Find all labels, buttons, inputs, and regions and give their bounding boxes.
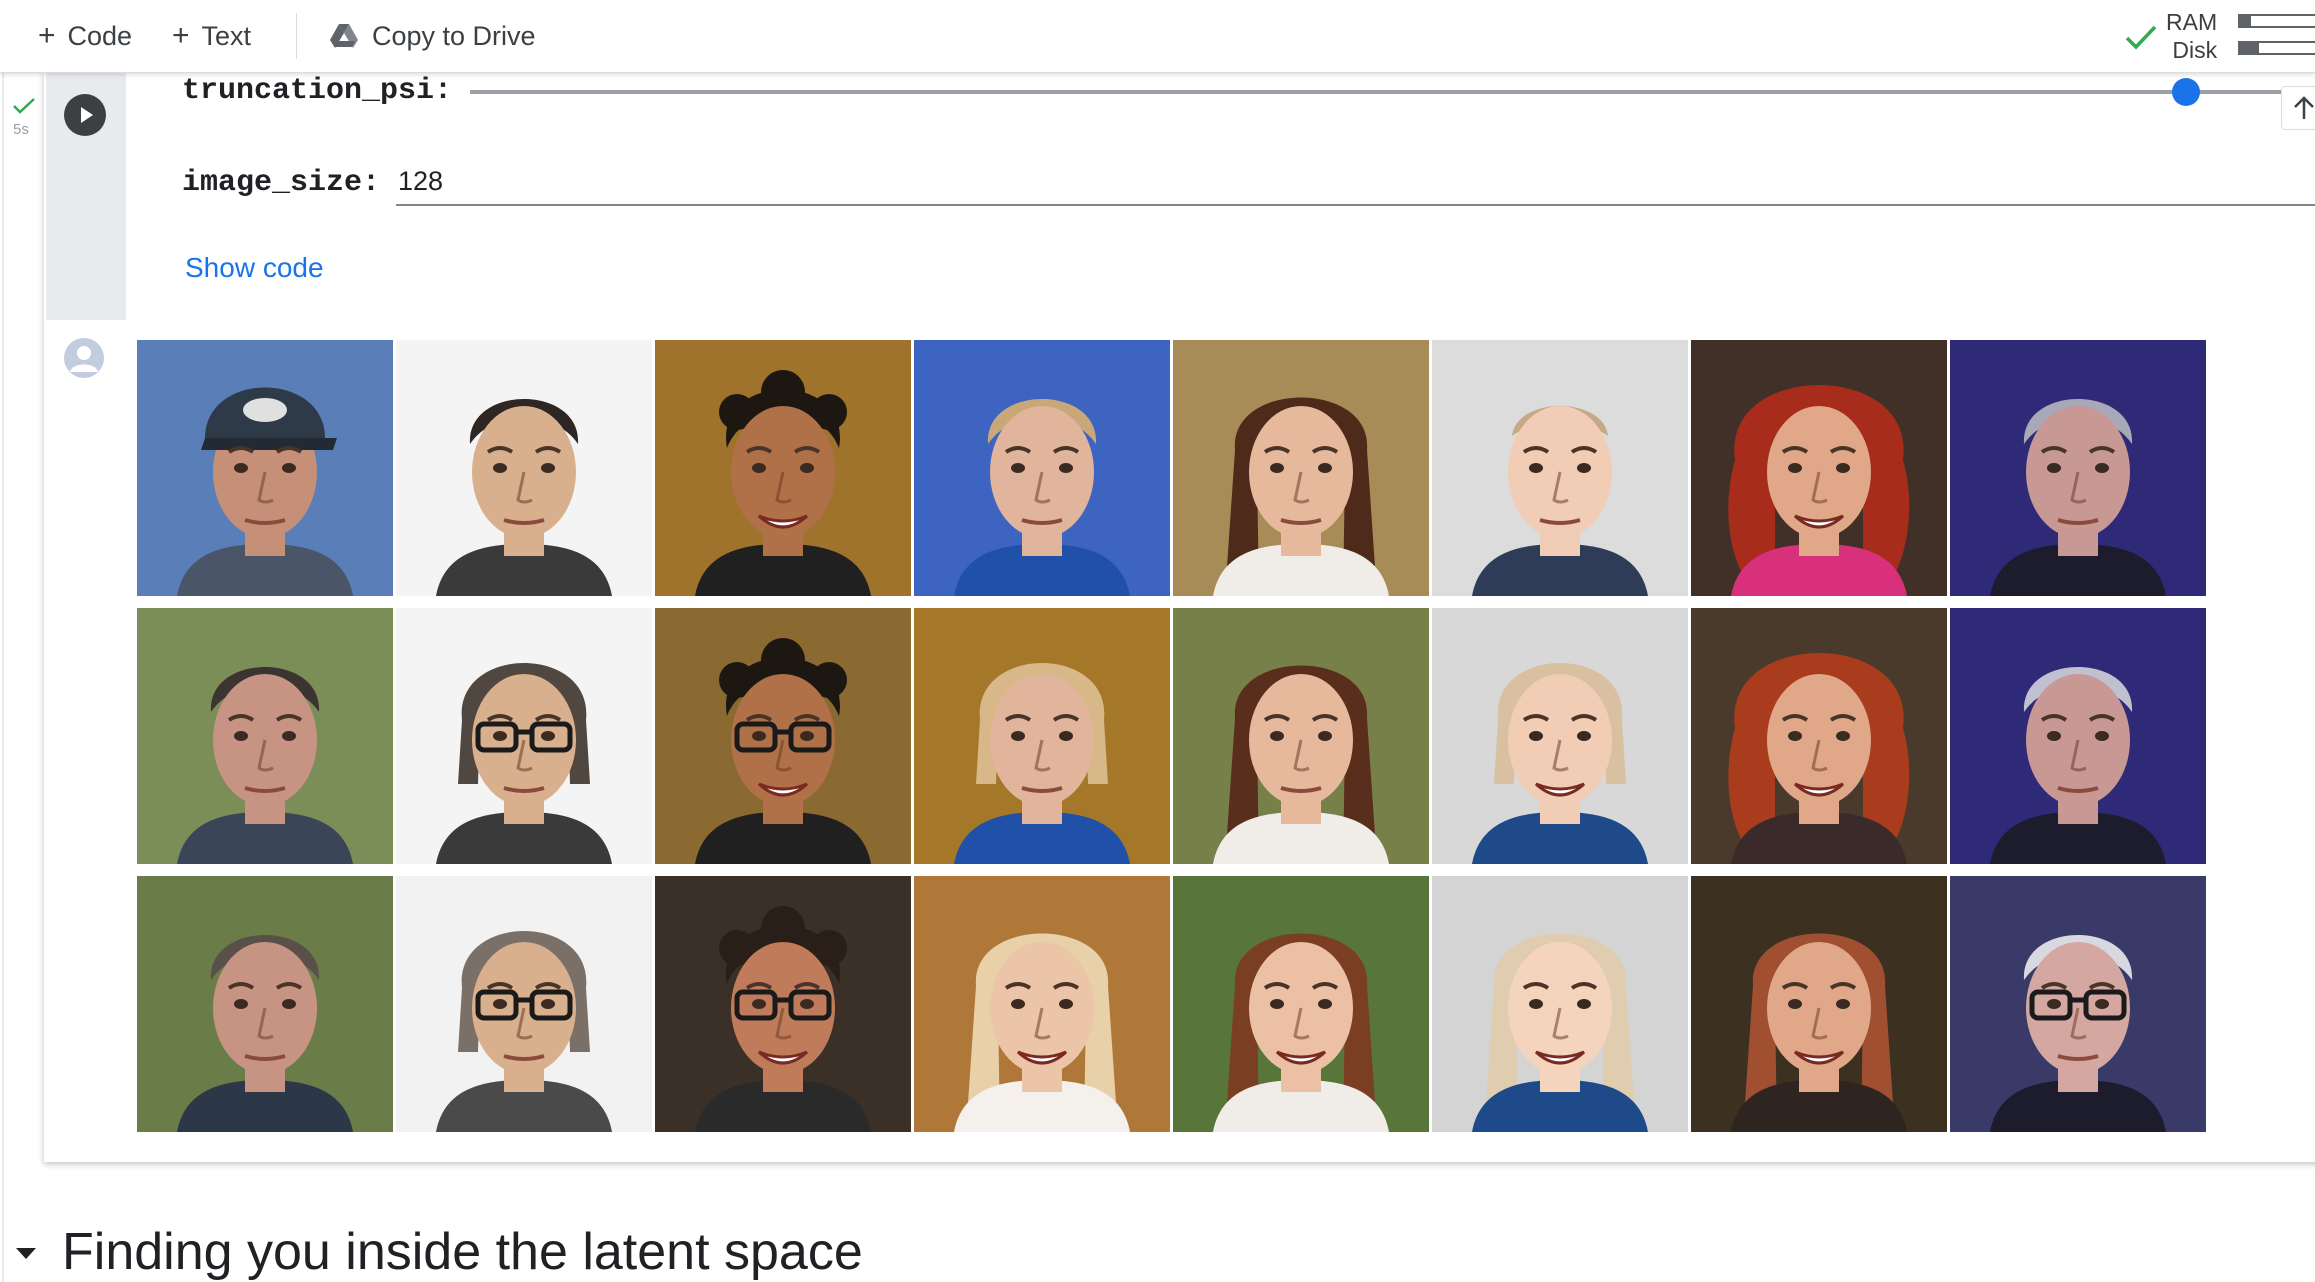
- generated-faces-grid: [137, 340, 2214, 1132]
- face-blonde-smile: [914, 876, 1170, 1132]
- ram-usage-fill: [2240, 16, 2251, 26]
- face-smiling-man: [655, 340, 911, 596]
- face-elder-glasses: [1950, 876, 2206, 1132]
- face-older-man: [1950, 340, 2206, 596]
- face-brunette-woman: [1173, 340, 1429, 596]
- caret-down-icon[interactable]: [16, 1248, 36, 1259]
- show-code-link[interactable]: Show code: [185, 252, 324, 284]
- add-code-label: Code: [67, 20, 133, 51]
- add-code-button[interactable]: + Code: [38, 14, 132, 58]
- plus-icon: +: [38, 19, 56, 52]
- resource-labels[interactable]: RAM Disk: [2166, 8, 2217, 64]
- face-asian-glasses: [396, 608, 652, 864]
- face-man-cap: [137, 340, 393, 596]
- colab-toolbar: + Code + Text Copy to Drive RAM Disk: [0, 0, 2315, 73]
- notebook-left-border: [2, 72, 4, 1282]
- face-baby: [1432, 340, 1688, 596]
- face-woman-glasses: [396, 876, 652, 1132]
- face-smiling-glasses: [655, 608, 911, 864]
- truncation-psi-slider-track[interactable]: [470, 90, 2315, 94]
- image-size-label: image_size:: [182, 166, 381, 200]
- face-brunette-bangs: [1173, 608, 1429, 864]
- toolbar-divider: [296, 13, 297, 59]
- arrow-up-icon: [2294, 96, 2314, 119]
- face-blonde-row2: [914, 608, 1170, 864]
- play-icon: [81, 107, 93, 123]
- plus-icon: +: [172, 19, 190, 52]
- add-text-label: Text: [201, 20, 252, 51]
- face-man-row2: [137, 608, 393, 864]
- copy-to-drive-label: Copy to Drive: [372, 20, 536, 51]
- disk-usage-bar[interactable]: [2238, 41, 2315, 55]
- face-asian-man: [396, 340, 652, 596]
- check-icon: [2125, 25, 2157, 50]
- face-girl: [1432, 876, 1688, 1132]
- face-woman-auburn: [1691, 876, 1947, 1132]
- cell-success-check-icon: [13, 98, 35, 114]
- user-avatar-icon: [64, 338, 104, 378]
- disk-label: Disk: [2172, 37, 2218, 63]
- add-text-button[interactable]: + Text: [172, 14, 251, 58]
- face-redhead-woman: [1691, 340, 1947, 596]
- google-drive-icon: [330, 24, 358, 48]
- face-woman-smile: [1173, 876, 1429, 1132]
- face-redhead-row2: [1691, 608, 1947, 864]
- truncation-psi-slider-thumb[interactable]: [2171, 78, 2200, 106]
- section-heading: Finding you inside the latent space: [62, 1223, 863, 1281]
- face-older-man-row2: [1950, 608, 2206, 864]
- disk-usage-fill: [2240, 43, 2260, 53]
- run-cell-button[interactable]: [64, 94, 106, 136]
- scroll-to-top-button[interactable]: [2281, 86, 2315, 130]
- copy-to-drive-button[interactable]: Copy to Drive: [330, 14, 536, 58]
- cell-execution-time: 5s: [13, 121, 29, 138]
- ram-label: RAM: [2166, 9, 2218, 35]
- face-blonde-woman: [914, 340, 1170, 596]
- face-man-row3: [137, 876, 393, 1132]
- ram-usage-bar[interactable]: [2238, 14, 2315, 28]
- truncation-psi-label: truncation_psi:: [182, 74, 453, 108]
- face-young-glasses: [655, 876, 911, 1132]
- image-size-input[interactable]: 128: [396, 160, 2315, 206]
- face-toddler: [1432, 608, 1688, 864]
